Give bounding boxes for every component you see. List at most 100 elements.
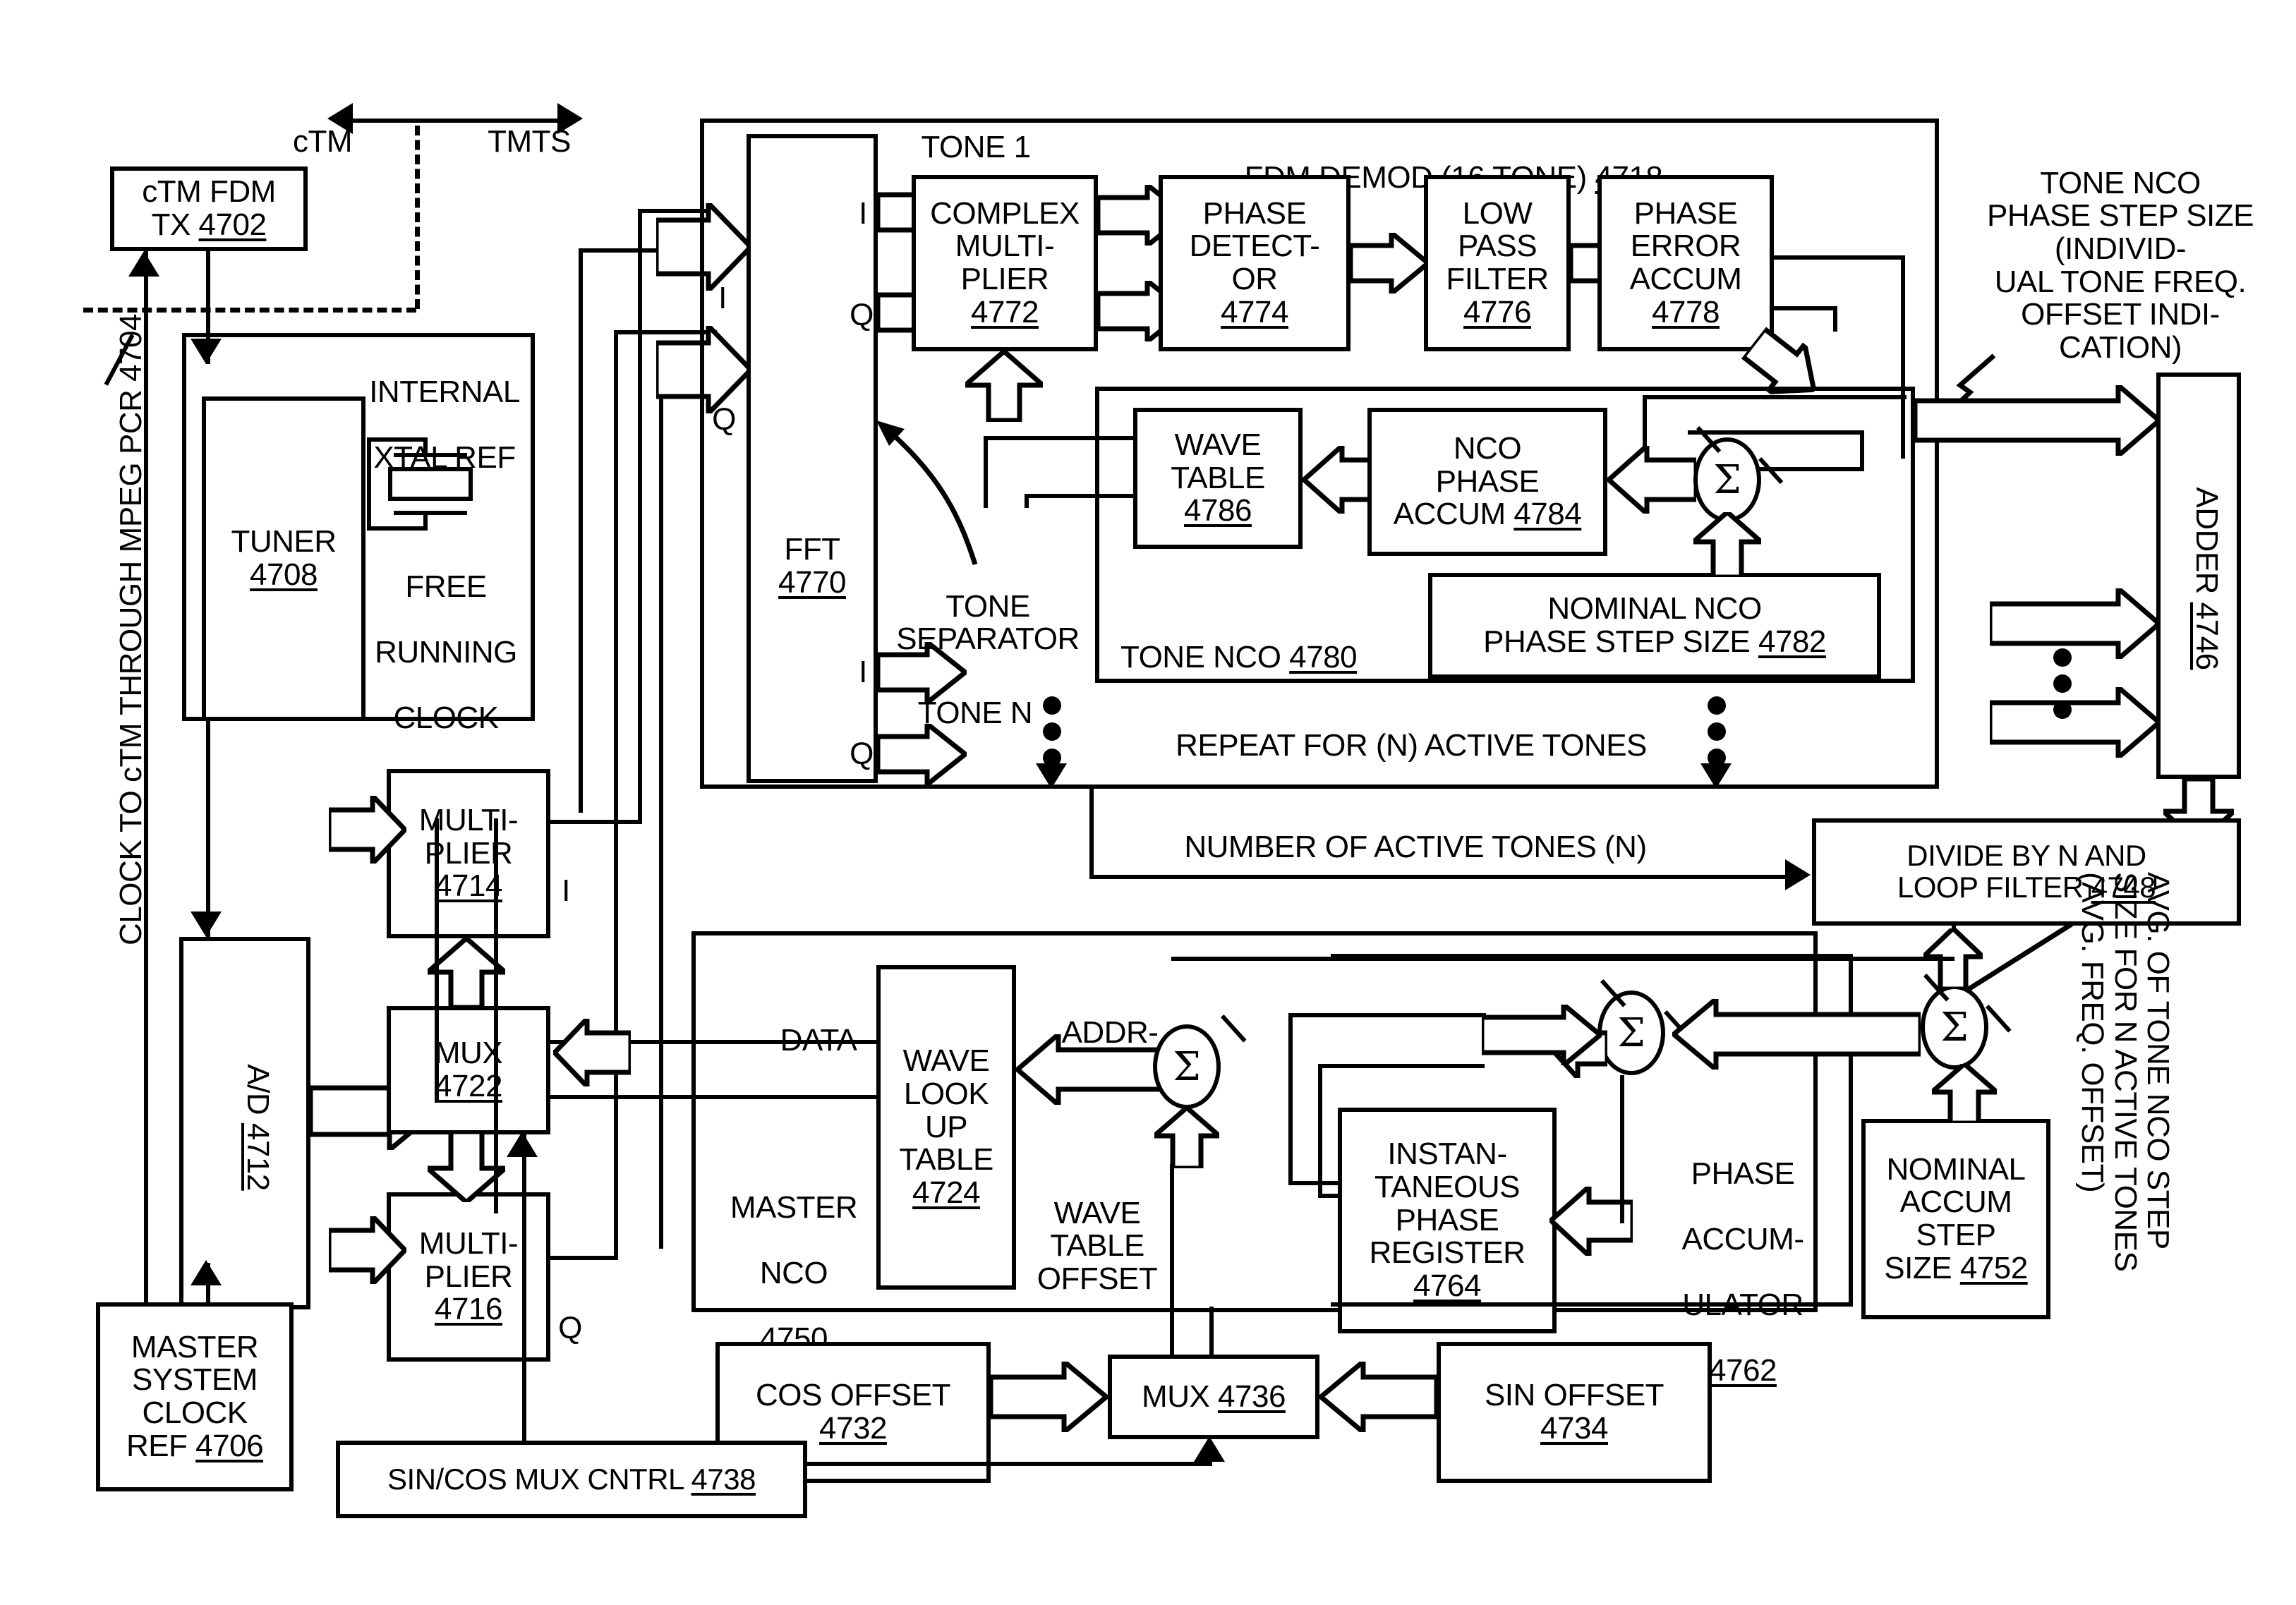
nnps-line1: NOMINAL NCO bbox=[1547, 591, 1762, 626]
pa-group-bottom bbox=[1331, 1302, 1853, 1307]
tone-separator-leader bbox=[876, 420, 978, 566]
wlut-line1: WAVE bbox=[902, 1043, 990, 1079]
nominal-accum-to-sigma3-arrow bbox=[1925, 1060, 2004, 1126]
divn-line1: DIVIDE BY N AND bbox=[1907, 839, 2146, 873]
vertical-ellipsis-right bbox=[1708, 689, 1726, 775]
master-clock-line3: CLOCK bbox=[142, 1395, 248, 1430]
wavetable-out-h2 bbox=[1095, 494, 1135, 498]
mux4722-ref: 4722 bbox=[435, 1069, 502, 1103]
master-clock-line2: SYSTEM bbox=[132, 1362, 258, 1398]
master-clock-line1: MASTER bbox=[131, 1329, 259, 1364]
scmc-to-mux4736-arrow bbox=[1194, 1436, 1225, 1462]
ad-converter-block: A/D 4712 bbox=[179, 937, 310, 1309]
nominal-accum-step-block: NOMINAL ACCUM STEP SIZE 4752 bbox=[1861, 1119, 2050, 1319]
tone-sigma-fb-h2 bbox=[1688, 430, 1864, 435]
mult4716-ref: 4716 bbox=[435, 1292, 502, 1327]
master-system-clock-block: MASTER SYSTEM CLOCK REF 4706 bbox=[96, 1302, 294, 1491]
pd-ref: 4774 bbox=[1221, 294, 1288, 329]
scmc-to-mux4736-h bbox=[807, 1462, 1212, 1466]
i-out-h1 bbox=[550, 820, 642, 824]
master-sigma-1-symbol: Σ bbox=[1173, 1043, 1201, 1090]
tuner-line1: TUNER bbox=[231, 524, 337, 559]
lpf-line2: PASS bbox=[1457, 229, 1537, 264]
pd-line2: DETECT- bbox=[1189, 229, 1320, 264]
sin-cos-mux-cntrl-block: SIN/COS MUX CNTRL 4738 bbox=[336, 1441, 807, 1518]
mux-4736-block: MUX 4736 bbox=[1108, 1355, 1319, 1439]
ipr-loop-v2 bbox=[1318, 1064, 1322, 1195]
complex-multiplier-block: COMPLEX MULTI- PLIER 4772 bbox=[912, 175, 1098, 351]
wlut-line2: LOOK bbox=[903, 1077, 989, 1112]
ctm-signal-label: cTM bbox=[292, 124, 353, 159]
q-out-v bbox=[614, 330, 618, 1260]
tone-sigma-fb-v2 bbox=[1860, 430, 1864, 467]
phase-error-accum-block: PHASE ERROR ACCUM 4778 bbox=[1597, 175, 1774, 351]
clock-to-ctm-label: CLOCK TO cTM THROUGH MPEG PCR 4704 bbox=[113, 314, 148, 945]
ad-to-mult4714-arrow bbox=[326, 789, 409, 870]
mult4714-line1: MULTI- bbox=[418, 803, 519, 838]
nas-line4: SIZE 4752 bbox=[1884, 1250, 2028, 1285]
wavetable-to-cmult-arrow bbox=[958, 348, 1050, 423]
cos-line1: COS OFFSET bbox=[755, 1378, 951, 1413]
pd-to-lpf-arrow bbox=[1348, 227, 1432, 299]
tuner-block: TUNER 4708 bbox=[202, 396, 365, 721]
ellipsis-left-arrow bbox=[1036, 763, 1067, 789]
wt-line1: WAVE bbox=[1174, 428, 1262, 463]
ad-line1: A/D bbox=[241, 1064, 275, 1123]
pea-line2: ERROR bbox=[1630, 229, 1741, 264]
nnps-line2: PHASE STEP SIZE 4782 bbox=[1483, 624, 1826, 659]
pd-line1: PHASE bbox=[1202, 195, 1307, 231]
active-tones-v bbox=[1089, 789, 1094, 879]
ellipsis-right-arrow bbox=[1700, 763, 1732, 789]
nominal-nco-step-block: NOMINAL NCO PHASE STEP SIZE 4782 bbox=[1428, 573, 1881, 679]
wt-line2: TABLE bbox=[1171, 460, 1265, 495]
wt-ref: 4786 bbox=[1184, 493, 1252, 528]
adder-ref: 4746 bbox=[2189, 602, 2224, 670]
avg-step-size-note: AVG. OF TONE NCO STEP SIZE FOR N ACTIVE … bbox=[2075, 872, 2176, 1272]
pea-line1: PHASE bbox=[1633, 195, 1738, 231]
master-clock-line4: REF 4706 bbox=[126, 1428, 264, 1463]
wave-table-block: WAVE TABLE 4786 bbox=[1133, 408, 1303, 549]
wlut-line3: UP bbox=[924, 1109, 968, 1144]
data-wire-2 bbox=[550, 1095, 876, 1099]
mux-4722-block: MUX 4722 bbox=[387, 1006, 550, 1134]
pea-out2-v bbox=[1833, 306, 1837, 332]
nominal-step-to-sigma-arrow bbox=[1686, 509, 1768, 580]
master-sigma-3-symbol: Σ bbox=[1940, 1004, 1969, 1050]
tone-step-to-adder-arrow-2 bbox=[1987, 583, 2163, 665]
i-out-v bbox=[638, 209, 642, 821]
ctm-fdm-tx-line2: TX 4702 bbox=[151, 207, 267, 242]
tone-sigma-fb-h3 bbox=[1758, 467, 1864, 471]
q-out-h1 bbox=[550, 1256, 618, 1260]
npa-line3: ACCUM 4784 bbox=[1393, 497, 1582, 532]
wlut-line4: TABLE bbox=[899, 1142, 993, 1177]
tmts-signal-label: TMTS bbox=[488, 124, 571, 159]
tone-nco-group-label: TONE NCO 4780 bbox=[1120, 639, 1358, 674]
nas-line2: ACCUM bbox=[1899, 1185, 2012, 1220]
low-pass-filter-block: LOW PASS FILTER 4776 bbox=[1424, 175, 1571, 351]
ad-ref: 4712 bbox=[241, 1122, 275, 1191]
wavetable-out-h4 bbox=[1025, 494, 1099, 498]
cmult-line1: COMPLEX bbox=[930, 195, 1080, 231]
pea-out-h bbox=[1774, 255, 1905, 260]
lpf-ref: 4776 bbox=[1463, 294, 1531, 329]
pea-out2-h bbox=[1774, 306, 1837, 310]
repeat-active-tones-label: REPEAT FOR (N) ACTIVE TONES bbox=[1176, 728, 1647, 763]
ctm-tmts-arrow-shaft bbox=[353, 119, 557, 123]
nco-phase-accum-block: NCO PHASE ACCUM 4784 bbox=[1367, 408, 1607, 556]
tone-1-label: TONE 1 bbox=[921, 130, 1031, 164]
wlut-ref: 4724 bbox=[912, 1175, 980, 1210]
tone-nco-step-size-note: TONE NCO PHASE STEP SIZE (INDIVID- UAL T… bbox=[1986, 165, 2254, 365]
sigma3-to-sigma2-arrow bbox=[1669, 993, 1923, 1075]
sin-line1: SIN OFFSET bbox=[1484, 1378, 1664, 1413]
mult4716-q-label: Q bbox=[558, 1311, 582, 1345]
i-second-line-v bbox=[579, 248, 583, 813]
scmc-to-mux4722-v bbox=[522, 1134, 526, 1441]
mux4736-line1: MUX 4736 bbox=[1142, 1379, 1286, 1414]
sin-to-mux-arrow bbox=[1317, 1356, 1439, 1438]
fft-out-q-tonen: Q bbox=[850, 737, 874, 771]
adder-line1: ADDER bbox=[2189, 487, 2224, 602]
nas-line1: NOMINAL bbox=[1886, 1151, 2026, 1187]
data-to-mux4722-arrow bbox=[551, 1012, 634, 1093]
active-tones-h bbox=[1089, 875, 1791, 879]
tone-nco-sigma: Σ bbox=[1693, 437, 1761, 522]
